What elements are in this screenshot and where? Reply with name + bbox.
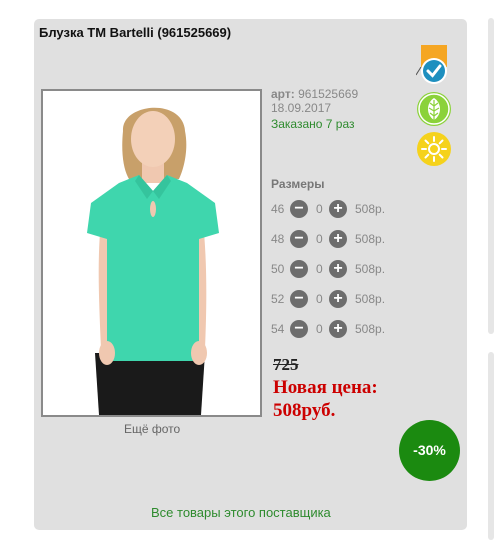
- quantity-value: 0: [316, 322, 323, 336]
- product-image: [43, 91, 260, 415]
- size-label: 54: [271, 322, 285, 336]
- minus-icon[interactable]: −: [290, 320, 308, 338]
- size-price: 508р.: [355, 202, 386, 216]
- discount-badge: -30%: [399, 420, 460, 481]
- article-label: арт:: [271, 87, 295, 101]
- size-price: 508р.: [355, 322, 386, 336]
- size-label: 48: [271, 232, 285, 246]
- quantity-value: 0: [316, 202, 323, 216]
- minus-icon[interactable]: −: [290, 260, 308, 278]
- new-price-value: 508руб.: [273, 400, 336, 421]
- product-title: Блузка ТМ Bartelli (961525669): [39, 25, 232, 40]
- size-price: 508р.: [355, 232, 386, 246]
- scrollbar[interactable]: [488, 18, 494, 334]
- minus-icon[interactable]: −: [290, 230, 308, 248]
- old-price: 725: [273, 355, 299, 374]
- quantity-value: 0: [316, 262, 323, 276]
- size-label: 50: [271, 262, 285, 276]
- plus-icon[interactable]: +: [329, 320, 347, 338]
- leaf-icon: [417, 92, 451, 126]
- quantity-value: 0: [316, 232, 323, 246]
- size-price: 508р.: [355, 262, 386, 276]
- plus-icon[interactable]: +: [329, 290, 347, 308]
- minus-icon[interactable]: −: [290, 200, 308, 218]
- check-badge-icon: [416, 45, 447, 84]
- scrollbar-lower[interactable]: [488, 352, 494, 540]
- more-photos-link[interactable]: Ещё фото: [124, 422, 180, 436]
- plus-icon[interactable]: +: [329, 230, 347, 248]
- order-count: Заказано 7 раз: [271, 117, 355, 131]
- size-label: 46: [271, 202, 285, 216]
- product-date: 18.09.2017: [271, 101, 332, 115]
- article-value: 961525669: [298, 87, 359, 101]
- quantity-value: 0: [316, 292, 323, 306]
- new-price: Новая цена: 508руб.: [273, 376, 378, 422]
- size-price: 508р.: [355, 292, 386, 306]
- sun-icon: [417, 132, 451, 166]
- sizes-heading: Размеры: [271, 177, 325, 191]
- supplier-products-link[interactable]: Все товары этого поставщика: [151, 505, 331, 520]
- minus-icon[interactable]: −: [290, 290, 308, 308]
- new-price-label: Новая цена:: [273, 377, 378, 398]
- plus-icon[interactable]: +: [329, 260, 347, 278]
- size-label: 52: [271, 292, 285, 306]
- product-photo[interactable]: [41, 89, 262, 417]
- article-number: арт: 961525669: [271, 87, 358, 101]
- plus-icon[interactable]: +: [329, 200, 347, 218]
